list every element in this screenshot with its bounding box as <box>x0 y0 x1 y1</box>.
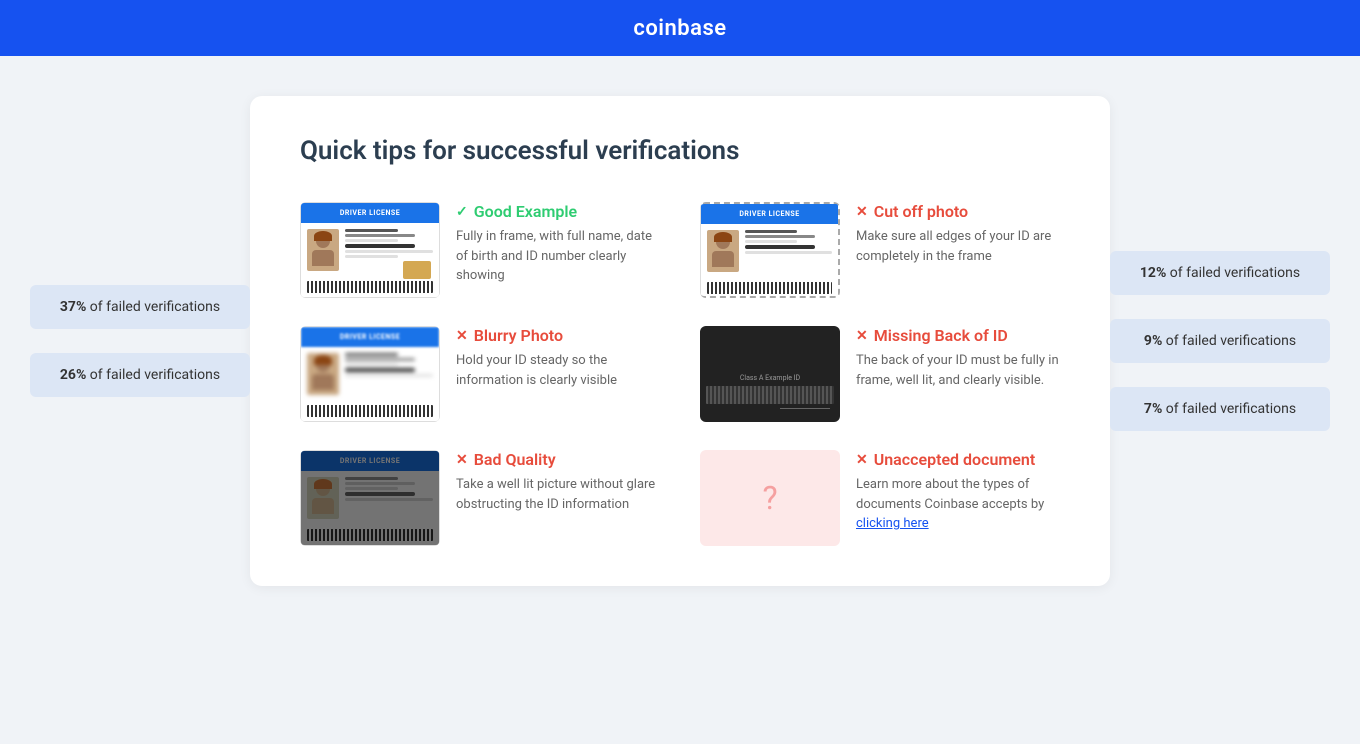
right-badge-2-percent: 9% <box>1144 333 1162 349</box>
cross-icon-unaccepted: ✕ <box>856 452 868 468</box>
tip-bad-quality-label: ✕ Bad Quality <box>456 450 660 469</box>
right-badge-1-percent: 12% <box>1140 265 1166 281</box>
right-badge-3: 7% of failed verifications <box>1110 387 1330 431</box>
left-badge-2-label: of failed verifications <box>90 367 220 383</box>
left-badge-2: 26% of failed verifications <box>30 353 250 397</box>
tip-missing-back-desc: The back of your ID must be fully in fra… <box>856 351 1060 390</box>
tip-unaccepted-image: ? <box>700 450 840 546</box>
left-badge-2-percent: 26% <box>60 367 86 383</box>
tip-good-example-label: ✓ Good Example <box>456 202 660 221</box>
tip-blurry-label: ✕ Blurry Photo <box>456 326 660 345</box>
tip-cut-off-content: ✕ Cut off photo Make sure all edges of y… <box>856 202 1060 266</box>
tip-missing-back-image: Class A Example ID <box>700 326 840 422</box>
tip-good-example: DRIVER LICENSE <box>300 202 660 298</box>
tip-cut-off: DRIVER LICENSE <box>700 202 1060 298</box>
tip-bad-quality: DRIVER LICENSE <box>300 450 660 546</box>
tip-missing-back-content: ✕ Missing Back of ID The back of your ID… <box>856 326 1060 390</box>
tip-blurry: DRIVER LICENSE <box>300 326 660 422</box>
cross-icon-missing: ✕ <box>856 328 868 344</box>
right-badges: 12% of failed verifications 9% of failed… <box>1110 251 1330 431</box>
left-badge-1: 37% of failed verifications <box>30 285 250 329</box>
tip-blurry-title: Blurry Photo <box>474 326 563 345</box>
left-badge-1-label: of failed verifications <box>90 299 220 315</box>
tip-unaccepted-content: ✕ Unaccepted document Learn more about t… <box>856 450 1060 534</box>
tip-cut-off-desc: Make sure all edges of your ID are compl… <box>856 227 1060 266</box>
tip-bad-quality-desc: Take a well lit picture without glare ob… <box>456 475 660 514</box>
tip-bad-quality-content: ✕ Bad Quality Take a well lit picture wi… <box>456 450 660 514</box>
right-badge-2: 9% of failed verifications <box>1110 319 1330 363</box>
tip-cut-off-title: Cut off photo <box>874 202 968 221</box>
tip-bad-quality-title: Bad Quality <box>474 450 556 469</box>
tips-card: Quick tips for successful verifications … <box>250 96 1110 586</box>
clicking-here-link[interactable]: clicking here <box>856 516 929 531</box>
tip-blurry-desc: Hold your ID steady so the information i… <box>456 351 660 390</box>
tip-unaccepted-label: ✕ Unaccepted document <box>856 450 1060 469</box>
left-badge-1-percent: 37% <box>60 299 86 315</box>
tip-blurry-content: ✕ Blurry Photo Hold your ID steady so th… <box>456 326 660 390</box>
tip-missing-back: Class A Example ID ✕ Missing Back of ID … <box>700 326 1060 422</box>
card-title: Quick tips for successful verifications <box>300 136 1060 166</box>
right-badge-1-label: of failed verifications <box>1170 265 1300 281</box>
tip-cut-off-image: DRIVER LICENSE <box>700 202 840 298</box>
right-badge-2-label: of failed verifications <box>1166 333 1296 349</box>
right-badge-3-label: of failed verifications <box>1166 401 1296 417</box>
cross-icon: ✕ <box>856 204 868 220</box>
tip-good-example-desc: Fully in frame, with full name, date of … <box>456 227 660 286</box>
check-icon: ✓ <box>456 204 468 220</box>
right-badge-1: 12% of failed verifications <box>1110 251 1330 295</box>
tip-cut-off-label: ✕ Cut off photo <box>856 202 1060 221</box>
right-badge-3-percent: 7% <box>1144 401 1162 417</box>
tip-unaccepted: ? ✕ Unaccepted document Learn more about… <box>700 450 1060 546</box>
tip-bad-quality-image: DRIVER LICENSE <box>300 450 440 546</box>
unknown-doc-icon: ? <box>700 450 840 546</box>
app-header: coinbase <box>0 0 1360 56</box>
tip-good-example-image: DRIVER LICENSE <box>300 202 440 298</box>
tip-blurry-image: DRIVER LICENSE <box>300 326 440 422</box>
tip-unaccepted-title: Unaccepted document <box>874 450 1035 469</box>
tip-missing-back-title: Missing Back of ID <box>874 326 1008 345</box>
tip-good-example-title: Good Example <box>474 202 577 221</box>
left-badges: 37% of failed verifications 26% of faile… <box>30 285 250 397</box>
cross-icon-blurry: ✕ <box>456 328 468 344</box>
tip-unaccepted-desc: Learn more about the types of documents … <box>856 475 1060 534</box>
coinbase-logo: coinbase <box>633 16 726 41</box>
tip-good-example-content: ✓ Good Example Fully in frame, with full… <box>456 202 660 286</box>
tip-missing-back-label: ✕ Missing Back of ID <box>856 326 1060 345</box>
cross-icon-bad: ✕ <box>456 452 468 468</box>
tips-grid: DRIVER LICENSE <box>300 202 1060 546</box>
main-content: 37% of failed verifications 26% of faile… <box>0 56 1360 626</box>
